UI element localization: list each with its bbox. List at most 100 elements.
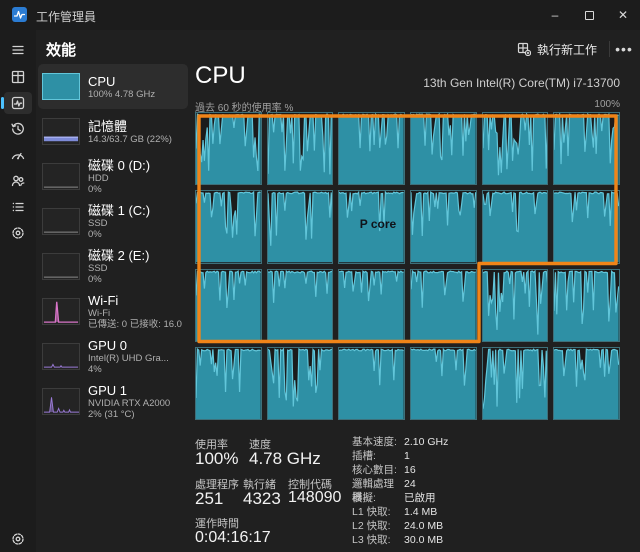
per-core-usage-graphs[interactable] <box>195 112 620 420</box>
gpu0-title: GPU 0 <box>88 338 184 353</box>
processes-value: 251 <box>195 489 223 509</box>
sidebar-item-disk0[interactable]: 磁碟 0 (D:) HDD0% <box>38 154 188 199</box>
sidebar-item-gpu0[interactable]: GPU 0 Intel(R) UHD Gra...4% <box>38 334 188 379</box>
detail-row: 基本速度: 2.10 GHz <box>352 436 602 450</box>
core-graph-19 <box>267 347 334 420</box>
threads-value: 4323 <box>243 489 281 509</box>
gpu0-subtext: 4% <box>88 364 184 375</box>
core-graph-11 <box>553 190 620 263</box>
task-manager-app-icon <box>12 7 27 22</box>
core-graph-13 <box>267 269 334 342</box>
graph-max-label: 100% <box>594 99 620 110</box>
gpu1-subtext: NVIDIA RTX A2000 <box>88 398 184 409</box>
gpu1-subtext: 2% (31 °C) <box>88 409 184 420</box>
core-graph-12 <box>195 269 262 342</box>
close-button[interactable]: ✕ <box>606 0 640 30</box>
core-graph-5 <box>553 112 620 185</box>
disk0-thumbnail <box>42 163 80 190</box>
core-graph-3 <box>410 112 477 185</box>
startup-apps-icon[interactable] <box>4 144 32 166</box>
settings-gear-icon[interactable] <box>4 528 32 550</box>
detail-row: L1 快取: 1.4 MB <box>352 506 602 520</box>
detail-row: L2 快取: 24.0 MB <box>352 520 602 534</box>
disk1-subtext: SSD <box>88 218 184 229</box>
disk1-title: 磁碟 1 (C:) <box>88 203 184 218</box>
maximize-button[interactable] <box>572 0 606 30</box>
gpu0-subtext: Intel(R) UHD Gra... <box>88 353 184 364</box>
processes-icon[interactable] <box>4 66 32 88</box>
task-manager-window: 工作管理員 – ✕ 效能 <box>0 0 640 552</box>
memory-thumbnail <box>42 118 80 145</box>
disk2-thumbnail <box>42 253 80 280</box>
minimize-button[interactable]: – <box>538 0 572 30</box>
detail-row: 插槽: 1 <box>352 450 602 464</box>
more-options-button[interactable]: ••• <box>612 37 636 61</box>
core-graph-16 <box>482 269 549 342</box>
handles-value: 148090 <box>288 489 341 507</box>
performance-sidebar: CPU 100% 4.78 GHz 記憶體 14.3/63.7 GB (22%)… <box>38 64 188 424</box>
maximize-icon <box>585 11 594 20</box>
core-graph-0 <box>195 112 262 185</box>
app-history-icon[interactable] <box>4 118 32 140</box>
usage-value: 100% <box>195 449 238 469</box>
cpu-thumbnail <box>42 73 80 100</box>
memory-subtext: 14.3/63.7 GB (22%) <box>88 134 184 145</box>
cpu-panel-title: CPU <box>195 62 246 90</box>
memory-title: 記憶體 <box>88 119 184 134</box>
disk0-subtext: 0% <box>88 184 184 195</box>
gpu1-title: GPU 1 <box>88 383 184 398</box>
run-new-task-button[interactable]: 執行新工作 <box>508 37 606 61</box>
disk0-title: 磁碟 0 (D:) <box>88 158 184 173</box>
detail-row: 模擬: 已啟用 <box>352 492 602 506</box>
speed-value: 4.78 GHz <box>249 449 321 469</box>
users-icon[interactable] <box>4 170 32 192</box>
gpu0-thumbnail <box>42 343 80 370</box>
core-graph-18 <box>195 347 262 420</box>
disk0-subtext: HDD <box>88 173 184 184</box>
core-graph-23 <box>553 347 620 420</box>
cpu-details-table: 基本速度: 2.10 GHz 插槽: 1 核心數目: 16 邏輯處理器: 24 … <box>352 436 602 548</box>
disk2-subtext: SSD <box>88 263 184 274</box>
wifi-subtext: Wi-Fi <box>88 308 184 319</box>
sidebar-item-wifi[interactable]: Wi-Fi Wi-Fi已傳送: 0 已接收: 16.0 Kbps <box>38 289 188 334</box>
core-graph-10 <box>482 190 549 263</box>
wifi-title: Wi-Fi <box>88 293 184 308</box>
services-icon[interactable] <box>4 222 32 244</box>
run-new-task-label: 執行新工作 <box>537 41 597 58</box>
sidebar-item-disk1[interactable]: 磁碟 1 (C:) SSD0% <box>38 199 188 244</box>
menu-icon[interactable] <box>4 39 32 61</box>
new-task-icon <box>517 42 531 56</box>
core-graph-4 <box>482 112 549 185</box>
core-graph-8 <box>338 190 405 263</box>
details-icon[interactable] <box>4 196 32 218</box>
core-graph-17 <box>553 269 620 342</box>
detail-row: L3 快取: 30.0 MB <box>352 534 602 548</box>
page-title: 效能 <box>46 39 76 60</box>
nav-rail <box>0 30 36 552</box>
disk2-subtext: 0% <box>88 274 184 285</box>
uptime-value: 0:04:16:17 <box>195 529 271 547</box>
core-graph-21 <box>410 347 477 420</box>
disk1-thumbnail <box>42 208 80 235</box>
window-title: 工作管理員 <box>36 8 96 25</box>
core-graph-20 <box>338 347 405 420</box>
core-graph-14 <box>338 269 405 342</box>
performance-icon[interactable] <box>4 92 32 114</box>
gpu1-thumbnail <box>42 388 80 415</box>
core-graph-6 <box>195 190 262 263</box>
disk2-title: 磁碟 2 (E:) <box>88 248 184 263</box>
sidebar-item-disk2[interactable]: 磁碟 2 (E:) SSD0% <box>38 244 188 289</box>
title-bar[interactable]: 工作管理員 – ✕ <box>0 0 640 30</box>
core-graph-7 <box>267 190 334 263</box>
core-graph-9 <box>410 190 477 263</box>
header-divider <box>609 41 610 57</box>
cpu-subtext: 100% 4.78 GHz <box>88 89 184 100</box>
core-graph-22 <box>482 347 549 420</box>
wifi-subtext: 已傳送: 0 已接收: 16.0 Kbps <box>88 319 184 330</box>
sidebar-item-gpu1[interactable]: GPU 1 NVIDIA RTX A20002% (31 °C) <box>38 379 188 424</box>
cpu-model-name: 13th Gen Intel(R) Core(TM) i7-13700 <box>423 76 620 90</box>
sidebar-item-memory[interactable]: 記憶體 14.3/63.7 GB (22%) <box>38 109 188 154</box>
disk1-subtext: 0% <box>88 229 184 240</box>
cpu-title: CPU <box>88 74 184 89</box>
sidebar-item-cpu[interactable]: CPU 100% 4.78 GHz <box>38 64 188 109</box>
